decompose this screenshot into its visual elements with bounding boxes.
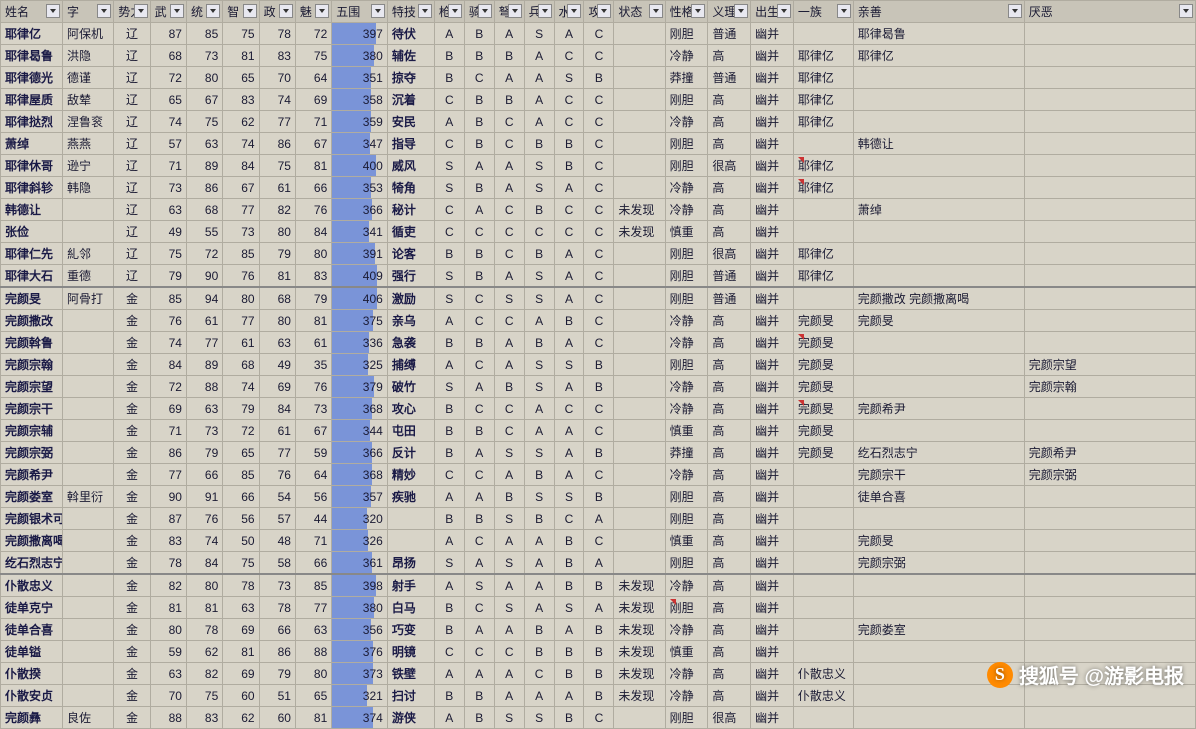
column-header[interactable]: 武	[150, 1, 186, 23]
column-header[interactable]: 五围	[332, 1, 388, 23]
filter-dropdown-icon[interactable]	[46, 4, 60, 18]
table-row[interactable]: 完颜宗望金7288746976379破竹SABSAB冷静高幽并完颜旻完颜宗翰	[1, 376, 1196, 398]
filter-dropdown-icon[interactable]	[97, 4, 111, 18]
table-row[interactable]: 完颜娄室斡里衍金9091665456357疾驰AABSSB刚胆高幽并徒单合喜	[1, 486, 1196, 508]
table-row[interactable]: 耶律曷鲁洪隐辽6873818375380辅佐BBBACC冷静高幽并耶律亿耶律亿	[1, 45, 1196, 67]
column-header[interactable]: 亲善	[853, 1, 1024, 23]
filter-dropdown-icon[interactable]	[279, 4, 293, 18]
column-header[interactable]: 统	[186, 1, 222, 23]
table-row[interactable]: 仆散忠义金8280787385398射手ASAABB未发现冷静高幽并	[1, 574, 1196, 597]
table-row[interactable]: 完颜宗辅金7173726167344屯田BBCAAC慎重高幽并完颜旻	[1, 420, 1196, 442]
filter-dropdown-icon[interactable]	[837, 4, 851, 18]
table-row[interactable]: 耶律休哥逊宁辽7189847581400威风SAASBC刚胆很高幽并耶律亿	[1, 155, 1196, 177]
table-row[interactable]: 耶律挞烈涅鲁衮辽7475627771359安民ABCACC冷静高幽并耶律亿	[1, 111, 1196, 133]
column-header[interactable]: 骑	[464, 1, 494, 23]
column-header[interactable]: 弩	[494, 1, 524, 23]
column-header[interactable]: 兵	[524, 1, 554, 23]
table-row[interactable]: 完颜撒离喝金8374504871326ACAABC慎重高幽并完颜旻	[1, 530, 1196, 552]
filter-dropdown-icon[interactable]	[649, 4, 663, 18]
table-row[interactable]: 完颜斡鲁金7477616361336急袭BBABAC冷静高幽并完颜旻	[1, 332, 1196, 354]
column-header[interactable]: 水	[554, 1, 584, 23]
table-row[interactable]: 耶律屋质敌辇辽6567837469358沉着CBBACC刚胆高幽并耶律亿	[1, 89, 1196, 111]
character-table[interactable]: 姓名字势力武统智政魅五围特技枪骑弩兵水攻状态性格义理出生一族亲善厌恶 耶律亿阿保…	[0, 0, 1196, 729]
column-header[interactable]: 性格	[665, 1, 708, 23]
filter-dropdown-icon[interactable]	[170, 4, 184, 18]
table-row[interactable]: 耶律亿阿保机辽8785757872397待伏ABASAC刚胆普通幽并耶律曷鲁	[1, 23, 1196, 45]
filter-dropdown-icon[interactable]	[777, 4, 791, 18]
filter-dropdown-icon[interactable]	[691, 4, 705, 18]
column-header[interactable]: 智	[223, 1, 259, 23]
table-row[interactable]: 耶律斜轸韩隐辽7386676166353犄角SBASAC冷静高幽并耶律亿	[1, 177, 1196, 199]
column-header[interactable]: 字	[62, 1, 113, 23]
filter-dropdown-icon[interactable]	[734, 4, 748, 18]
filter-dropdown-icon[interactable]	[478, 4, 492, 18]
filter-dropdown-icon[interactable]	[418, 4, 432, 18]
filter-dropdown-icon[interactable]	[538, 4, 552, 18]
table-row[interactable]: 完颜彝良佐金8883626081374游侠ABSSBC刚胆很高幽并	[1, 707, 1196, 729]
table-row[interactable]: 完颜银术可金8776565744320BBSBCA刚胆高幽并	[1, 508, 1196, 530]
column-header[interactable]: 攻	[584, 1, 614, 23]
table-row[interactable]: 萧绰燕燕辽5763748667347指导CBCBBC刚胆高幽并韩德让	[1, 133, 1196, 155]
filter-dropdown-icon[interactable]	[371, 4, 385, 18]
column-header[interactable]: 状态	[614, 1, 665, 23]
column-header[interactable]: 义理	[708, 1, 751, 23]
table-row[interactable]: 完颜宗翰金8489684935325捕缚ACASSB刚胆高幽并完颜旻完颜宗望	[1, 354, 1196, 376]
filter-dropdown-icon[interactable]	[206, 4, 220, 18]
filter-dropdown-icon[interactable]	[243, 4, 257, 18]
table-row[interactable]: 完颜希尹金7766857664368精妙CCABAC冷静高幽并完颜宗干完颜宗弼	[1, 464, 1196, 486]
column-header[interactable]: 特技	[387, 1, 434, 23]
table-row[interactable]: 完颜宗弼金8679657759366反计BASSAB莽撞高幽并完颜旻纥石烈志宁完…	[1, 442, 1196, 464]
column-header[interactable]: 厌恶	[1024, 1, 1195, 23]
filter-dropdown-icon[interactable]	[134, 4, 148, 18]
column-header[interactable]: 魅	[295, 1, 331, 23]
filter-dropdown-icon[interactable]	[1179, 4, 1193, 18]
table-row[interactable]: 耶律仁先糺邻辽7572857980391论客BBCBAC刚胆很高幽并耶律亿	[1, 243, 1196, 265]
table-row[interactable]: 纥石烈志宁金7884755866361昂扬SASABA刚胆高幽并完颜宗弼	[1, 552, 1196, 575]
column-header[interactable]: 势力	[114, 1, 150, 23]
table-row[interactable]: 徒单合喜金8078696663356巧变BAABAB未发现冷静高幽并完颜娄室	[1, 619, 1196, 641]
table-row[interactable]: 完颜旻阿骨打金8594806879406激励SCSSAC刚胆普通幽并完颜撒改 完…	[1, 287, 1196, 310]
sohu-icon: S	[987, 662, 1013, 688]
filter-dropdown-icon[interactable]	[508, 4, 522, 18]
filter-dropdown-icon[interactable]	[567, 4, 581, 18]
table-row[interactable]: 徒单克宁金8181637877380白马BCSASA未发现刚胆高幽并	[1, 597, 1196, 619]
table-row[interactable]: 完颜宗干金6963798473368攻心BCCACC冷静高幽并完颜旻完颜希尹	[1, 398, 1196, 420]
filter-dropdown-icon[interactable]	[1008, 4, 1022, 18]
filter-dropdown-icon[interactable]	[597, 4, 611, 18]
table-row[interactable]: 耶律大石重德辽7990768183409强行SBASAC刚胆普通幽并耶律亿	[1, 265, 1196, 288]
filter-dropdown-icon[interactable]	[315, 4, 329, 18]
table-row[interactable]: 张俭辽4955738084341循吏CCCCCC未发现慎重高幽并	[1, 221, 1196, 243]
column-header[interactable]: 一族	[793, 1, 853, 23]
column-header[interactable]: 姓名	[1, 1, 63, 23]
column-header[interactable]: 出生	[751, 1, 794, 23]
filter-dropdown-icon[interactable]	[448, 4, 462, 18]
table-row[interactable]: 耶律德光德谨辽7280657064351掠夺BCAASB莽撞普通幽并耶律亿	[1, 67, 1196, 89]
column-header[interactable]: 政	[259, 1, 295, 23]
watermark: S 搜狐号 @游影电报	[987, 660, 1184, 689]
table-row[interactable]: 韩德让辽6368778276366秘计CACBCC未发现冷静高幽并萧绰	[1, 199, 1196, 221]
table-row[interactable]: 完颜撒改金7661778081375亲乌ACCABC冷静高幽并完颜旻完颜旻	[1, 310, 1196, 332]
column-header[interactable]: 枪	[434, 1, 464, 23]
